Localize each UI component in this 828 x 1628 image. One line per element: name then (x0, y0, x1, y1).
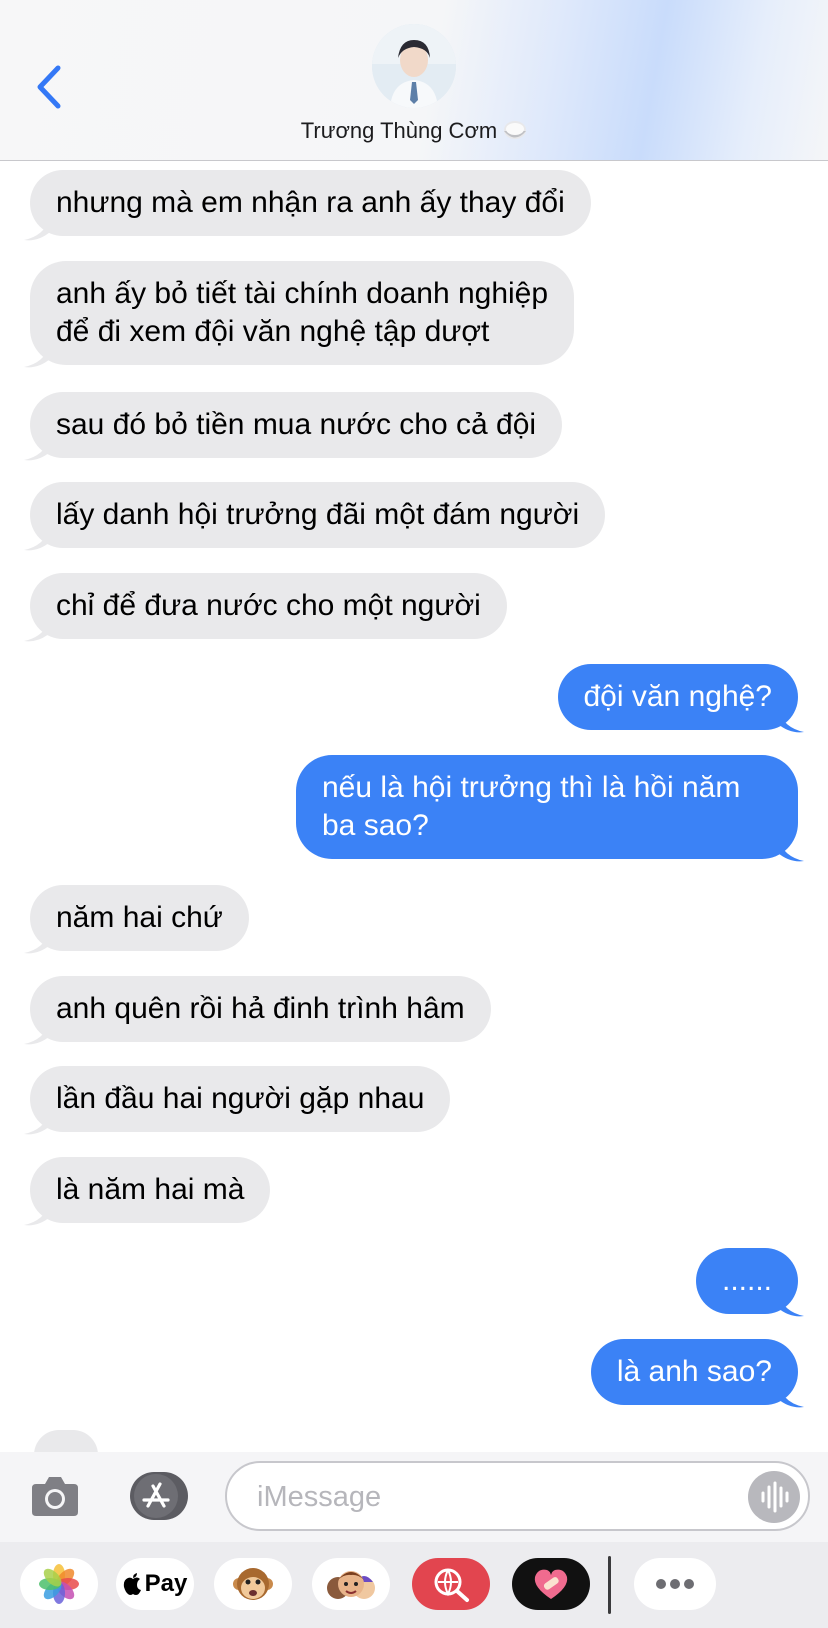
app-divider (608, 1556, 611, 1614)
incoming-message[interactable]: năm hai chứ (30, 885, 249, 951)
bubble-tail (24, 218, 50, 241)
bubble-tail (24, 528, 50, 551)
heart-bandage-icon (534, 1569, 568, 1599)
incoming-message[interactable]: là năm hai mà (30, 1157, 271, 1223)
images-search-button[interactable] (412, 1558, 490, 1610)
bubble-tail (24, 1022, 50, 1045)
heart-sticker-app-button[interactable] (512, 1558, 590, 1610)
message-thread[interactable]: nhưng mà em nhận ra anh ấy thay đổi anh … (0, 160, 828, 1452)
contact-avatar[interactable] (372, 24, 456, 108)
message-input[interactable]: iMessage (225, 1461, 810, 1531)
bubble-tail (24, 1203, 50, 1226)
message-input-bar: iMessage (0, 1452, 828, 1542)
incoming-message[interactable]: anh quên rồi hả đinh trình hâm (30, 976, 491, 1042)
bubble-tail (778, 1294, 804, 1317)
camera-button[interactable] (30, 1472, 80, 1518)
photos-app-button[interactable] (20, 1558, 98, 1610)
memoji-stickers-icon (327, 1571, 375, 1599)
contact-name-label: Trương Thùng Cơm (300, 118, 498, 143)
monkey-memoji-icon (233, 1568, 273, 1600)
incoming-message[interactable]: sau đó bỏ tiền mua nước cho cả đội (30, 392, 563, 458)
conversation-header: Trương Thùng Cơm (0, 0, 828, 161)
bubble-tail (24, 438, 50, 461)
more-icon (656, 1579, 694, 1589)
apple-icon (123, 1573, 141, 1595)
animoji-button[interactable] (214, 1558, 292, 1610)
incoming-message[interactable]: lần đầu hai người gặp nhau (30, 1066, 451, 1132)
outgoing-message[interactable]: nếu là hội trưởng thì là hồi năm ba sao? (296, 755, 798, 859)
memoji-stickers-button[interactable] (312, 1558, 390, 1610)
bubble-tail (24, 345, 50, 368)
photos-icon (39, 1564, 79, 1604)
contact-name[interactable]: Trương Thùng Cơm (0, 118, 828, 144)
bubble-tail (24, 1112, 50, 1135)
waveform-icon (761, 1481, 789, 1513)
incoming-message[interactable]: chỉ để đưa nước cho một người (30, 573, 507, 639)
app-store-button[interactable] (126, 1472, 190, 1520)
back-button[interactable] (30, 62, 70, 112)
bubble-tail (24, 619, 50, 642)
outgoing-message[interactable]: đội văn nghệ? (557, 664, 798, 730)
incoming-message[interactable]: nhưng mà em nhận ra anh ấy thay đổi (30, 170, 591, 236)
image-search-icon (434, 1568, 469, 1602)
voice-message-button[interactable] (748, 1471, 800, 1523)
avatar-image (372, 24, 456, 108)
apple-pay-button[interactable]: Pay (116, 1558, 194, 1610)
app-drawer: Pay (0, 1542, 828, 1628)
typing-bubble-partial (34, 1430, 98, 1452)
camera-icon (32, 1477, 78, 1516)
more-apps-button[interactable] (634, 1558, 716, 1610)
outgoing-message[interactable]: là anh sao? (590, 1339, 798, 1405)
incoming-message[interactable]: lấy danh hội trưởng đãi một đám người (30, 482, 606, 548)
incoming-message[interactable]: anh ấy bỏ tiết tài chính doanh nghiệp để… (30, 261, 575, 365)
bubble-tail (778, 1385, 804, 1408)
bubble-tail (24, 931, 50, 954)
apple-pay-label: Pay (144, 1570, 188, 1597)
rice-bowl-icon (503, 120, 527, 142)
bubble-tail (778, 839, 804, 862)
bubble-tail (778, 710, 804, 733)
message-input-placeholder: iMessage (257, 1481, 382, 1513)
back-chevron-icon (37, 65, 61, 109)
app-store-icon (130, 1472, 188, 1520)
